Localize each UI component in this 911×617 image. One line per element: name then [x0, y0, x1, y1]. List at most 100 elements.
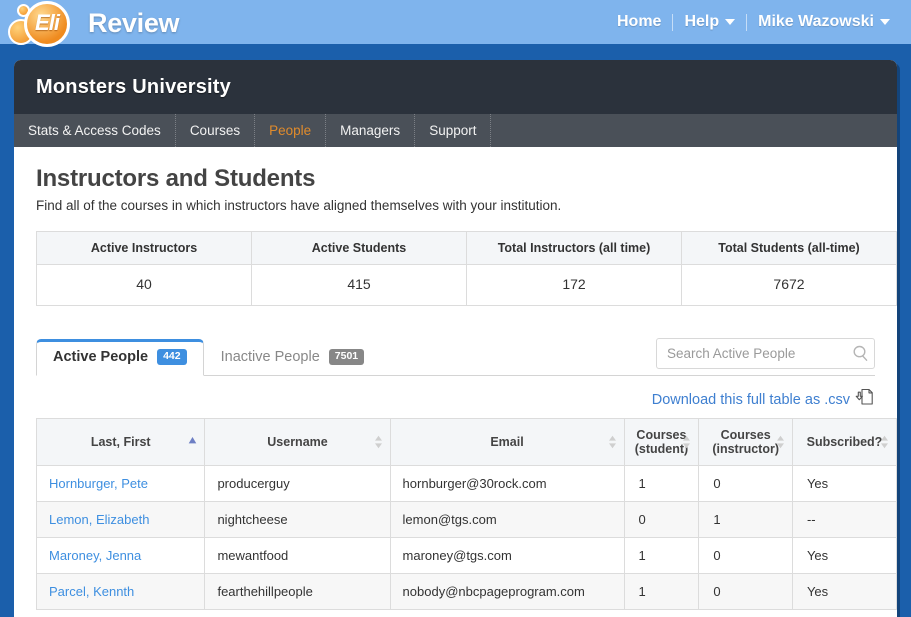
eli-review-logo[interactable]: Eli Review	[4, 0, 180, 48]
table-row: Parcel, Kennth fearthehillpeople nobody@…	[35, 573, 897, 610]
content-panel: Monsters University Stats & Access Codes…	[14, 60, 897, 617]
cell-courses-instructor: 0	[698, 465, 793, 502]
cell-courses-student: 1	[623, 573, 700, 610]
download-document-icon[interactable]	[855, 387, 875, 412]
tab-active-people-label: Active People	[53, 349, 149, 365]
column-header-courses-instructor-line1: Courses	[720, 428, 771, 442]
subnav-item-courses[interactable]: Courses	[176, 114, 256, 147]
topnav-item-home[interactable]: Home	[606, 13, 672, 31]
logo-eli-text: Eli	[35, 10, 60, 35]
people-table: Last, First Username Email Courses (stud…	[35, 418, 897, 610]
subnav-item-people-label: People	[269, 123, 312, 138]
cell-name: Maroney, Jenna	[35, 537, 206, 574]
institution-header: Monsters University	[14, 60, 897, 114]
page-subtitle: Find all of the courses in which instruc…	[36, 198, 562, 213]
topnav-item-help-label: Help	[684, 13, 720, 30]
person-link[interactable]: Hornburger, Pete	[49, 476, 148, 491]
tab-inactive-people[interactable]: Inactive People 7501	[204, 339, 382, 376]
cell-courses-student: 1	[623, 537, 700, 574]
cell-email: hornburger@30rock.com	[389, 465, 625, 502]
search-box[interactable]	[656, 338, 875, 369]
subnav-item-people[interactable]: People	[255, 114, 327, 147]
column-header-subscribed[interactable]: Subscribed?	[791, 418, 897, 466]
people-table-header-row: Last, First Username Email Courses (stud…	[35, 418, 897, 466]
column-header-courses-instructor[interactable]: Courses (instructor)	[698, 418, 793, 466]
cell-subscribed: --	[791, 501, 897, 538]
person-link[interactable]: Maroney, Jenna	[49, 548, 141, 563]
cell-email: lemon@tgs.com	[389, 501, 625, 538]
cell-subscribed: Yes	[791, 465, 897, 502]
sort-none-icon	[608, 435, 617, 449]
column-header-username[interactable]: Username	[204, 418, 391, 466]
stats-summary-table: Active Instructors Active Students Total…	[36, 231, 897, 306]
sort-none-icon	[880, 435, 889, 449]
topnav-item-help[interactable]: Help	[673, 13, 746, 31]
logo-main-circle-icon: Eli	[24, 1, 70, 47]
stats-header-active-students: Active Students	[251, 231, 467, 265]
column-header-subscribed-label: Subscribed?	[806, 435, 883, 449]
cell-courses-student: 0	[623, 501, 700, 538]
tab-active-people-count: 442	[157, 349, 187, 365]
cell-username: fearthehillpeople	[204, 573, 391, 610]
table-row: Hornburger, Pete producerguy hornburger@…	[35, 465, 897, 502]
column-header-name[interactable]: Last, First	[35, 418, 206, 466]
subnav-item-stats-access-codes-label: Stats & Access Codes	[28, 123, 161, 138]
column-header-email-label: Email	[490, 435, 524, 449]
topnav-item-user-label: Mike Wazowski	[758, 13, 874, 30]
stats-value-total-students: 7672	[681, 264, 897, 306]
subnav-item-courses-label: Courses	[189, 123, 241, 138]
column-header-name-label: Last, First	[90, 435, 151, 449]
stats-value-active-students: 415	[251, 264, 467, 306]
stats-value-total-instructors: 172	[466, 264, 682, 306]
stats-header-total-students: Total Students (all-time)	[681, 231, 897, 265]
subnav-item-support[interactable]: Support	[415, 114, 492, 147]
cell-courses-instructor: 1	[698, 501, 793, 538]
page-content: Instructors and Students Find all of the…	[14, 147, 897, 610]
chevron-down-icon	[880, 19, 890, 25]
sort-none-icon	[682, 435, 691, 449]
sort-ascending-icon	[188, 435, 197, 449]
column-header-courses-student[interactable]: Courses (student)	[623, 418, 700, 466]
cell-email: maroney@tgs.com	[389, 537, 625, 574]
topnav-item-user-menu[interactable]: Mike Wazowski	[747, 13, 901, 31]
column-header-courses-student-line2: (student)	[634, 442, 689, 456]
sort-none-icon	[374, 435, 383, 449]
search-icon[interactable]	[852, 345, 869, 362]
subnav-item-stats-access-codes[interactable]: Stats & Access Codes	[14, 114, 176, 147]
table-row: Maroney, Jenna mewantfood maroney@tgs.co…	[35, 537, 897, 574]
brand-name: Review	[88, 7, 180, 38]
eli-circles-logo: Eli	[4, 0, 82, 47]
subnav-item-managers[interactable]: Managers	[326, 114, 416, 147]
topnav-item-home-label: Home	[616, 13, 662, 30]
cell-name: Parcel, Kennth	[35, 573, 206, 610]
cell-subscribed: Yes	[791, 537, 897, 574]
stats-header-total-instructors: Total Instructors (all time)	[466, 231, 682, 265]
cell-subscribed: Yes	[791, 573, 897, 610]
search-input[interactable]	[657, 346, 852, 361]
cell-email: nobody@nbcpageprogram.com	[389, 573, 625, 610]
person-link[interactable]: Lemon, Elizabeth	[49, 512, 149, 527]
top-navigation: Home Help Mike Wazowski	[606, 0, 901, 44]
top-brand-bar: Eli Review Home Help Mike Wazowski	[0, 0, 911, 47]
cell-courses-instructor: 0	[698, 573, 793, 610]
column-header-username-label: Username	[267, 435, 328, 449]
cell-username: nightcheese	[204, 501, 391, 538]
sort-none-icon	[776, 435, 785, 449]
institution-name: Monsters University	[36, 75, 231, 98]
column-header-courses-student-line1: Courses	[636, 428, 687, 442]
cell-name: Lemon, Elizabeth	[35, 501, 206, 538]
cell-courses-student: 1	[623, 465, 700, 502]
tab-inactive-people-label: Inactive People	[220, 349, 320, 365]
institution-subnav: Stats & Access Codes Courses People Mana…	[14, 114, 897, 147]
table-row: Lemon, Elizabeth nightcheese lemon@tgs.c…	[35, 501, 897, 538]
column-header-courses-instructor-line2: (instructor)	[712, 442, 779, 456]
chevron-down-icon	[725, 19, 736, 25]
stats-value-active-instructors: 40	[36, 264, 252, 306]
tab-active-people[interactable]: Active People 442	[36, 339, 204, 376]
column-header-email[interactable]: Email	[389, 418, 625, 466]
tab-inactive-people-count: 7501	[328, 349, 365, 365]
person-link[interactable]: Parcel, Kennth	[49, 584, 134, 599]
download-csv-link[interactable]: Download this full table as .csv	[652, 392, 850, 408]
cell-name: Hornburger, Pete	[35, 465, 206, 502]
cell-username: producerguy	[204, 465, 391, 502]
